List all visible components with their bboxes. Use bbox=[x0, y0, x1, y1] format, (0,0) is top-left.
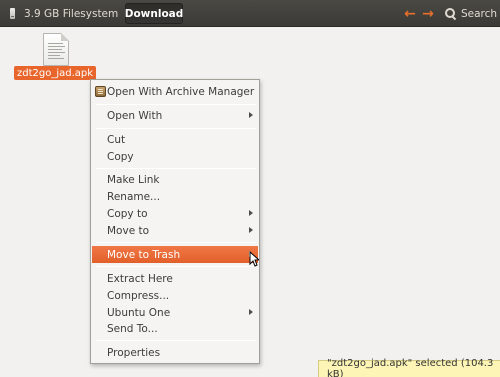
menu-item-label: Copy to bbox=[107, 207, 148, 220]
arrow-left-icon[interactable]: ← bbox=[403, 7, 417, 21]
submenu-arrow-icon bbox=[249, 112, 253, 118]
context-menu: Open With Archive Manager Open With Cut … bbox=[90, 79, 260, 364]
toolbar: 3.9 GB Filesystem Download ← → Search bbox=[0, 0, 500, 27]
menu-item-copy[interactable]: Copy bbox=[92, 148, 258, 165]
submenu-arrow-icon bbox=[249, 309, 253, 315]
menu-item-label: Make Link bbox=[107, 173, 160, 186]
file-name-label[interactable]: zdt2go_jad.apk bbox=[14, 66, 96, 80]
menu-item-compress[interactable]: Compress... bbox=[92, 287, 258, 304]
menu-separator bbox=[96, 104, 256, 105]
submenu-arrow-icon bbox=[249, 210, 253, 216]
menu-item-label: Rename... bbox=[107, 190, 161, 203]
search-button[interactable]: Search bbox=[445, 3, 497, 24]
breadcrumb-filesystem[interactable]: 3.9 GB Filesystem bbox=[10, 3, 118, 24]
breadcrumb-filesystem-label: 3.9 GB Filesystem bbox=[24, 7, 119, 20]
nav-arrows: ← → bbox=[403, 3, 435, 24]
menu-item-label: Move to bbox=[107, 224, 150, 237]
menu-item-label: Ubuntu One bbox=[107, 306, 171, 319]
menu-separator bbox=[96, 242, 256, 243]
text-line bbox=[48, 55, 60, 56]
menu-item-label: Compress... bbox=[107, 289, 170, 302]
submenu-arrow-icon bbox=[249, 227, 253, 233]
search-icon bbox=[445, 8, 456, 19]
status-bar: "zdt2go_jad.apk" selected (104.3 kB) bbox=[318, 358, 500, 377]
mouse-cursor-icon bbox=[249, 251, 259, 267]
menu-item-label: Extract Here bbox=[107, 272, 173, 285]
menu-item-label: Copy bbox=[107, 150, 134, 163]
menu-separator bbox=[96, 128, 256, 129]
text-line bbox=[48, 43, 63, 44]
menu-item-move-to-trash[interactable]: Move to Trash bbox=[92, 246, 258, 263]
text-line bbox=[48, 52, 65, 53]
menu-item-rename[interactable]: Rename... bbox=[92, 188, 258, 205]
menu-item-copy-to[interactable]: Copy to bbox=[92, 205, 258, 222]
menu-item-ubuntu-one[interactable]: Ubuntu One bbox=[92, 304, 258, 321]
menu-separator bbox=[96, 168, 256, 169]
menu-item-make-link[interactable]: Make Link bbox=[92, 171, 258, 188]
text-line bbox=[48, 46, 65, 47]
menu-item-label: Open With bbox=[107, 109, 163, 122]
drive-icon bbox=[10, 8, 15, 19]
menu-item-send-to[interactable]: Send To... bbox=[92, 320, 258, 337]
menu-item-label: Move to Trash bbox=[107, 248, 181, 261]
search-label: Search bbox=[461, 7, 498, 20]
menu-item-properties[interactable]: Properties bbox=[92, 344, 258, 361]
menu-item-cut[interactable]: Cut bbox=[92, 131, 258, 148]
text-line bbox=[48, 58, 64, 59]
menu-item-label: Send To... bbox=[107, 322, 158, 335]
document-icon[interactable] bbox=[43, 33, 69, 66]
menu-item-move-to[interactable]: Move to bbox=[92, 222, 258, 239]
menu-item-extract-here[interactable]: Extract Here bbox=[92, 270, 258, 287]
menu-separator bbox=[96, 266, 256, 267]
menu-item-label: Properties bbox=[107, 346, 161, 359]
menu-separator bbox=[96, 340, 256, 341]
page-fold bbox=[61, 33, 69, 41]
menu-item-label: Open With Archive Manager bbox=[107, 85, 255, 98]
arrow-right-icon[interactable]: → bbox=[421, 7, 435, 21]
archive-manager-icon bbox=[95, 86, 106, 97]
menu-item-open-with[interactable]: Open With bbox=[92, 107, 258, 124]
menu-item-open-with-archive-manager[interactable]: Open With Archive Manager bbox=[92, 83, 258, 100]
breadcrumb-download[interactable]: Download bbox=[125, 3, 183, 24]
menu-item-label: Cut bbox=[107, 133, 126, 146]
text-line bbox=[48, 49, 62, 50]
